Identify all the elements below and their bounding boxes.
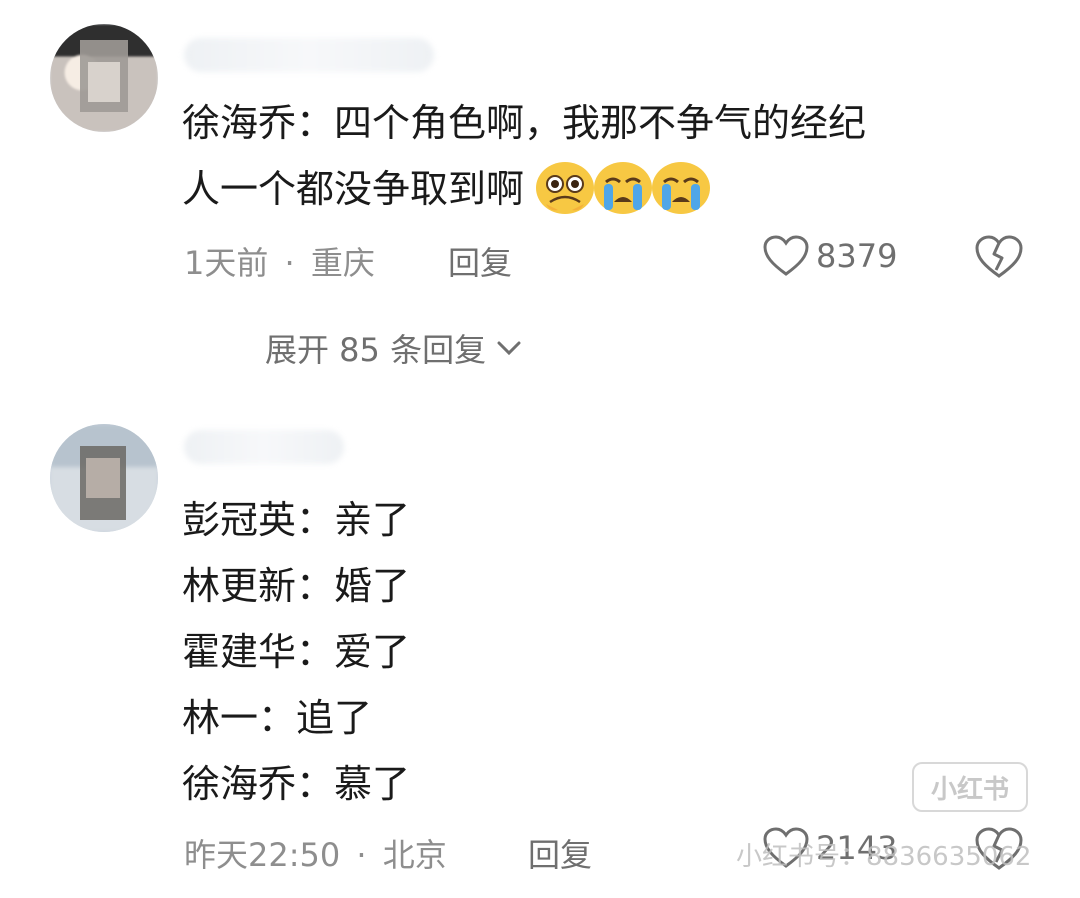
comment-meta: 1天前 · 重庆 [184,238,375,284]
watermark-badge: 小红书 [912,762,1028,812]
comment-time: 1天前 [184,244,269,282]
avatar[interactable] [50,24,158,132]
crying-face-icon [594,161,653,214]
comment-meta: 昨天22:50 · 北京 [184,830,447,876]
watermark-badge-text: 小红书 [930,774,1009,805]
meta-separator: · [284,244,295,282]
crying-face-icon [652,161,711,214]
comment-text-line: 人一个都没争取到啊 [182,156,711,222]
comment-text-line-2: 人一个都没争取到啊 [182,167,525,211]
dislike-button[interactable] [974,234,1024,284]
expand-replies-label: 展开 85 条回复 [265,331,487,369]
comment-time: 昨天22:50 [184,836,341,874]
comment-text-line: 霍建华：爱了 [182,630,411,674]
reply-button[interactable]: 回复 [528,830,592,876]
comment-text-line: 彭冠英：亲了 [182,498,411,542]
comment-text-line: 林一：追了 [182,696,373,740]
heart-icon [763,235,809,276]
broken-heart-icon [975,235,1023,278]
comment-text-line: 林更新：婚了 [182,564,411,608]
like-count: 8379 [816,237,898,275]
comment-text-line: 徐海乔：慕了 [182,762,411,806]
watermark-text: 小红书号：8836635062 [736,842,1032,872]
comment-text-line: 徐海乔：四个角色啊，我那不争气的经纪 [182,101,867,145]
meta-separator: · [356,836,367,874]
reply-button[interactable]: 回复 [448,238,512,284]
username-blurred[interactable] [184,38,434,72]
comment-location: 北京 [382,836,447,874]
comment-location: 重庆 [310,244,375,282]
chevron-down-icon [497,341,521,356]
username-blurred[interactable] [184,430,344,464]
pleading-face-icon [536,161,595,214]
avatar[interactable] [50,424,158,532]
like-button[interactable]: 8379 [762,234,897,278]
expand-replies-button[interactable]: 展开 85 条回复 [265,325,524,371]
